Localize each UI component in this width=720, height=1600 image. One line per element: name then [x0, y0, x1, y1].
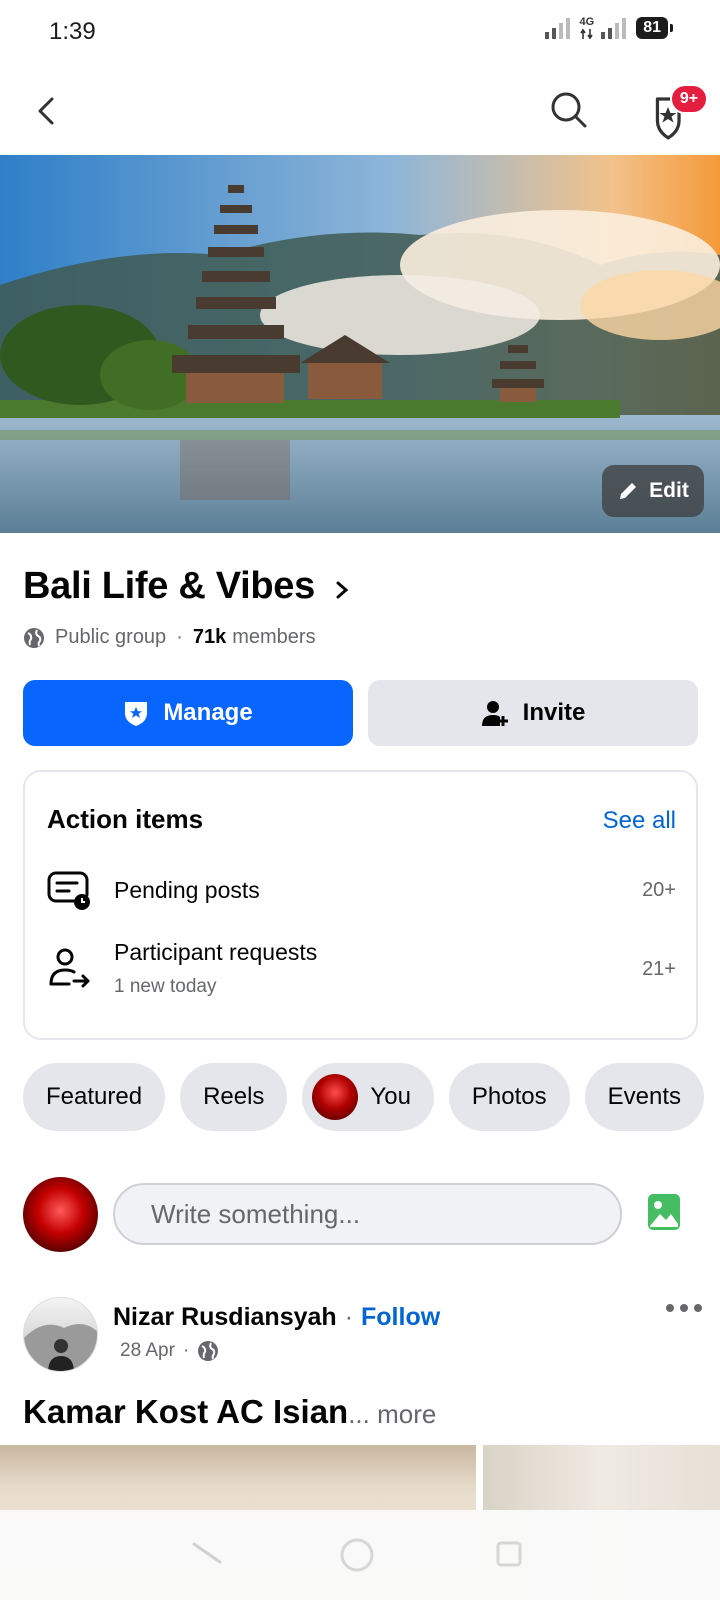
photo-icon[interactable]	[646, 1192, 682, 1232]
status-icons: 4G 81	[544, 15, 673, 40]
see-all-link[interactable]: See all	[603, 807, 676, 835]
post-author-line: Nizar Rusdiansyah · Follow	[113, 1303, 440, 1332]
group-name[interactable]: Bali Life & Vibes	[23, 565, 315, 608]
more-options-icon[interactable]	[664, 1298, 704, 1318]
pending-posts-icon	[47, 871, 90, 910]
pending-posts-row[interactable]: Pending posts 20+	[25, 857, 696, 927]
edit-cover-button[interactable]: Edit	[602, 465, 704, 517]
group-meta: Public group · 71k members	[23, 626, 316, 649]
see-more-link[interactable]: ... more	[348, 1399, 436, 1429]
member-count: 71k	[192, 626, 227, 648]
signal-icon	[544, 18, 570, 39]
author-separator: ·	[344, 1303, 354, 1331]
back-arrow-icon	[38, 97, 54, 125]
follow-button[interactable]: Follow	[361, 1303, 440, 1332]
edit-label: Edit	[649, 479, 689, 502]
meta-separator: ·	[182, 1340, 190, 1361]
group-tabs: Featured Reels You Photos Events	[23, 1063, 705, 1131]
meta-separator: ·	[176, 626, 183, 648]
tab-you-label: You	[370, 1083, 411, 1110]
participant-requests-count: 21+	[642, 958, 676, 980]
battery-indicator: 81	[636, 17, 673, 39]
pencil-icon	[620, 483, 637, 499]
write-something-input[interactable]: Write something...	[113, 1183, 622, 1245]
top-nav	[0, 66, 720, 156]
network-label: 4G	[579, 15, 595, 28]
invite-label: Invite	[522, 699, 586, 726]
privacy-label: Public group	[55, 626, 167, 648]
system-recents-icon[interactable]	[495, 1540, 523, 1568]
status-bar: 1:39 4G 81	[0, 0, 720, 66]
chevron-right-icon[interactable]	[332, 578, 352, 602]
pending-posts-label: Pending posts	[114, 877, 260, 903]
participant-request-icon	[49, 948, 90, 988]
action-items-title: Action items	[47, 804, 204, 834]
post-author-name[interactable]: Nizar Rusdiansyah	[113, 1303, 337, 1332]
tab-events[interactable]: Events	[584, 1063, 705, 1131]
post-meta: 28 Apr ·	[120, 1340, 219, 1362]
system-home-icon[interactable]	[339, 1537, 375, 1573]
avatar	[312, 1074, 359, 1120]
manage-button[interactable]: Manage	[23, 680, 353, 746]
tab-featured[interactable]: Featured	[23, 1063, 166, 1131]
post-title-text: Kamar Kost AC Isian	[23, 1393, 349, 1430]
system-back-icon[interactable]	[192, 1540, 222, 1566]
member-suffix: members	[232, 626, 316, 648]
participant-requests-row[interactable]: Participant requests 1 new today 21+	[25, 934, 696, 1024]
globe-icon	[24, 627, 44, 648]
pending-posts-count: 20+	[642, 879, 676, 901]
tab-you[interactable]: You	[302, 1063, 434, 1131]
signal-icon-2	[601, 18, 627, 39]
tab-photos[interactable]: Photos	[448, 1063, 570, 1131]
post-date[interactable]: 28 Apr	[120, 1340, 175, 1362]
tab-reels[interactable]: Reels	[180, 1063, 288, 1131]
search-icon	[551, 92, 587, 128]
notification-badge: 9+	[670, 84, 708, 114]
globe-icon	[198, 1341, 219, 1361]
add-person-icon	[481, 701, 508, 726]
action-items-card: Action items See all Pending posts 20+ P…	[23, 770, 698, 1040]
post-author-avatar[interactable]	[23, 1297, 98, 1372]
shield-star-icon	[125, 702, 148, 726]
member-count-wrapper[interactable]: 71k members	[193, 626, 316, 649]
invite-button[interactable]: Invite	[368, 680, 698, 746]
data-arrows-icon	[580, 28, 593, 39]
network-indicator: 4G	[579, 15, 595, 40]
post-title[interactable]: Kamar Kost AC Isian... more	[23, 1393, 436, 1431]
search-button[interactable]	[545, 86, 595, 136]
user-avatar[interactable]	[23, 1177, 98, 1252]
avatar-image	[24, 1324, 97, 1371]
participant-requests-label: Participant requests	[114, 939, 318, 965]
manage-label: Manage	[163, 699, 253, 726]
participant-requests-sub: 1 new today	[114, 976, 217, 997]
status-time: 1:39	[49, 18, 96, 45]
back-button[interactable]	[24, 86, 74, 136]
